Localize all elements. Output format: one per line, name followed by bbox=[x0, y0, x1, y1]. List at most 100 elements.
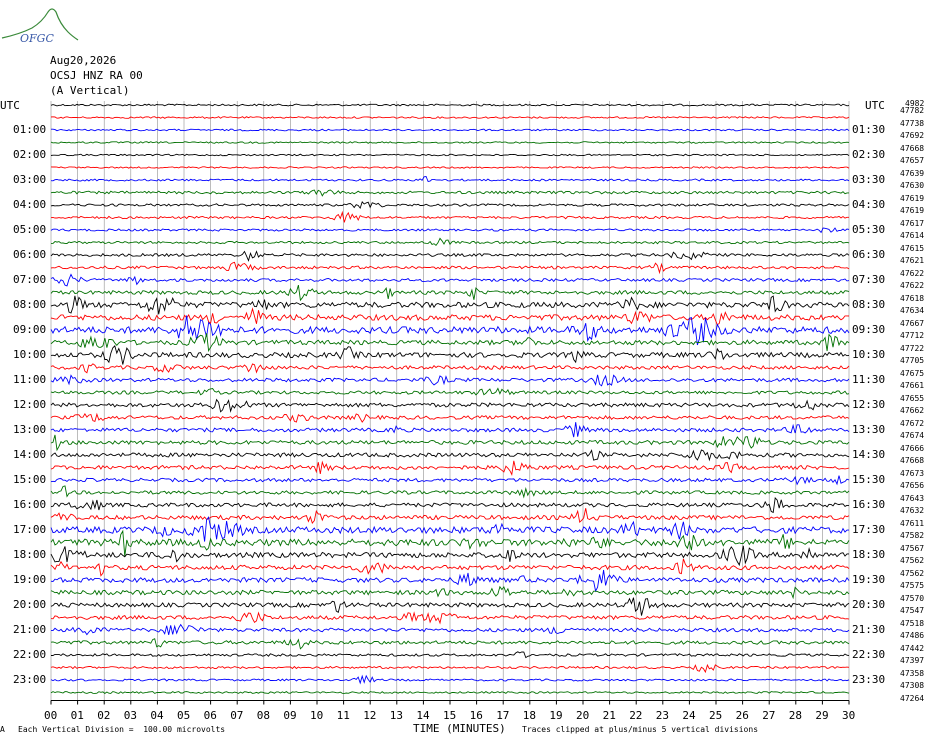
x-tick-label: 00 bbox=[44, 709, 58, 722]
hour-label-right: 23:30 bbox=[852, 673, 886, 686]
x-tick-label: 07 bbox=[230, 709, 244, 722]
hour-label-right: 11:30 bbox=[852, 373, 886, 386]
trace-count-label: 47442 bbox=[900, 643, 925, 653]
trace-count-label: 47634 bbox=[900, 306, 925, 315]
hour-label-left: 04:00 bbox=[13, 198, 47, 211]
trace-count-label: 47264 bbox=[900, 693, 925, 703]
trace-count-label: 47662 bbox=[900, 406, 925, 415]
hour-label-right: 06:30 bbox=[852, 248, 886, 261]
trace-count-label: 47667 bbox=[900, 318, 925, 328]
hour-label-right: 16:30 bbox=[852, 498, 886, 511]
trace-count-label: 47486 bbox=[900, 631, 925, 640]
hour-label-left: 05:00 bbox=[13, 223, 47, 236]
x-tick-label: 06 bbox=[203, 709, 217, 722]
x-tick-label: 26 bbox=[735, 709, 749, 722]
hour-label-right: 02:30 bbox=[852, 148, 886, 161]
x-tick-label: 02 bbox=[97, 709, 111, 722]
x-tick-label: 22 bbox=[629, 709, 643, 722]
hour-label-right: 10:30 bbox=[852, 348, 886, 361]
trace-count-label: 47666 bbox=[900, 443, 925, 453]
x-tick-label: 09 bbox=[283, 709, 297, 722]
x-tick-label: 21 bbox=[602, 709, 616, 722]
trace-count-label: 47668 bbox=[900, 143, 925, 153]
trace-count-label: 47358 bbox=[900, 668, 925, 678]
x-tick-label: 01 bbox=[70, 709, 84, 722]
hour-label-left: 08:00 bbox=[13, 298, 47, 311]
trace-count-label: 47782 bbox=[900, 106, 925, 115]
hour-label-right: 19:30 bbox=[852, 573, 886, 586]
helicorder-plot bbox=[50, 101, 850, 705]
bottom-left-glyph: A bbox=[0, 725, 5, 734]
hour-label-right: 14:30 bbox=[852, 448, 886, 461]
hour-label-left: 09:00 bbox=[13, 323, 47, 336]
trace-count-label: 47614 bbox=[900, 231, 925, 240]
hour-label-right: 12:30 bbox=[852, 398, 886, 411]
x-tick-label: 30 bbox=[842, 709, 856, 722]
x-tick-label: 16 bbox=[469, 709, 483, 722]
hour-label-right: 22:30 bbox=[852, 648, 886, 661]
hour-label-right: 20:30 bbox=[852, 598, 886, 611]
hour-label-left: 16:00 bbox=[13, 498, 47, 511]
hour-label-right: 07:30 bbox=[852, 273, 886, 286]
x-tick-label: 20 bbox=[576, 709, 590, 722]
hour-label-right: 04:30 bbox=[852, 198, 886, 211]
trace-count-label: 47622 bbox=[900, 281, 925, 290]
trace-count-label: 47656 bbox=[900, 481, 925, 490]
trace-count-label: 47722 bbox=[900, 343, 925, 353]
x-tick-label: 29 bbox=[815, 709, 829, 722]
trace-count-label: 47562 bbox=[900, 568, 925, 578]
hour-label-left: 03:00 bbox=[13, 173, 47, 186]
hour-label-right: 13:30 bbox=[852, 423, 886, 436]
trace-count-label: 47567 bbox=[900, 543, 925, 553]
hour-label-left: 12:00 bbox=[13, 398, 47, 411]
hour-label-left: 10:00 bbox=[13, 348, 47, 361]
x-tick-label: 25 bbox=[709, 709, 723, 722]
trace-count-label: 47582 bbox=[900, 531, 925, 540]
x-axis-title: TIME (MINUTES) bbox=[413, 722, 506, 735]
hour-label-left: 22:00 bbox=[13, 648, 47, 661]
x-tick-label: 17 bbox=[496, 709, 510, 722]
clip-note: Traces clipped at plus/minus 5 vertical … bbox=[522, 725, 759, 734]
trace-count-label: 47619 bbox=[900, 206, 925, 215]
hour-label-left: 14:00 bbox=[13, 448, 47, 461]
trace-count-label: 47639 bbox=[900, 168, 925, 178]
hour-label-left: 01:00 bbox=[13, 123, 47, 136]
trace-count-label: 47661 bbox=[900, 381, 925, 390]
x-tick-label: 15 bbox=[443, 709, 457, 722]
hour-label-right: 17:30 bbox=[852, 523, 886, 536]
hour-label-right: 09:30 bbox=[852, 323, 886, 336]
trace-count-label: 47397 bbox=[900, 656, 925, 665]
hour-label-left: 02:00 bbox=[13, 148, 47, 161]
trace-count-label: 47575 bbox=[900, 581, 925, 590]
trace-count-label: 47617 bbox=[900, 218, 925, 228]
trace-count-label: 47643 bbox=[900, 493, 925, 503]
hour-label-left: 20:00 bbox=[13, 598, 47, 611]
x-tick-label: 03 bbox=[123, 709, 138, 722]
trace-count-label: 47618 bbox=[900, 293, 925, 303]
trace-count-label: 47562 bbox=[900, 556, 925, 565]
trace-count-label: 47518 bbox=[900, 618, 925, 628]
hour-label-left: 23:00 bbox=[13, 673, 47, 686]
hour-label-right: 21:30 bbox=[852, 623, 886, 636]
trace-count-label: 47655 bbox=[900, 393, 925, 403]
trace-count-label: 47611 bbox=[900, 518, 925, 528]
trace-count-label: 47570 bbox=[900, 593, 925, 603]
x-tick-label: 18 bbox=[522, 709, 537, 722]
scale-note: Each Vertical Division = 100.00 microvol… bbox=[18, 725, 226, 734]
x-tick-label: 23 bbox=[655, 709, 670, 722]
x-tick-label: 05 bbox=[177, 709, 191, 722]
trace-count-label: 47615 bbox=[900, 243, 925, 253]
hour-label-left: 18:00 bbox=[13, 548, 47, 561]
hour-label-left: 15:00 bbox=[13, 473, 47, 486]
trace-count-label: 47547 bbox=[900, 606, 925, 615]
trace-count-label: 47630 bbox=[900, 181, 925, 190]
trace-count-label: 47673 bbox=[900, 468, 925, 478]
trace-count-label: 47657 bbox=[900, 156, 925, 165]
hour-label-right: 05:30 bbox=[852, 223, 886, 236]
x-tick-label: 27 bbox=[762, 709, 776, 722]
trace-count-label: 47738 bbox=[900, 118, 925, 128]
trace-count-label: 47712 bbox=[900, 331, 925, 340]
trace-count-label: 47622 bbox=[900, 268, 925, 278]
trace-count-label: 47692 bbox=[900, 131, 925, 140]
hour-label-right: 03:30 bbox=[852, 173, 886, 186]
